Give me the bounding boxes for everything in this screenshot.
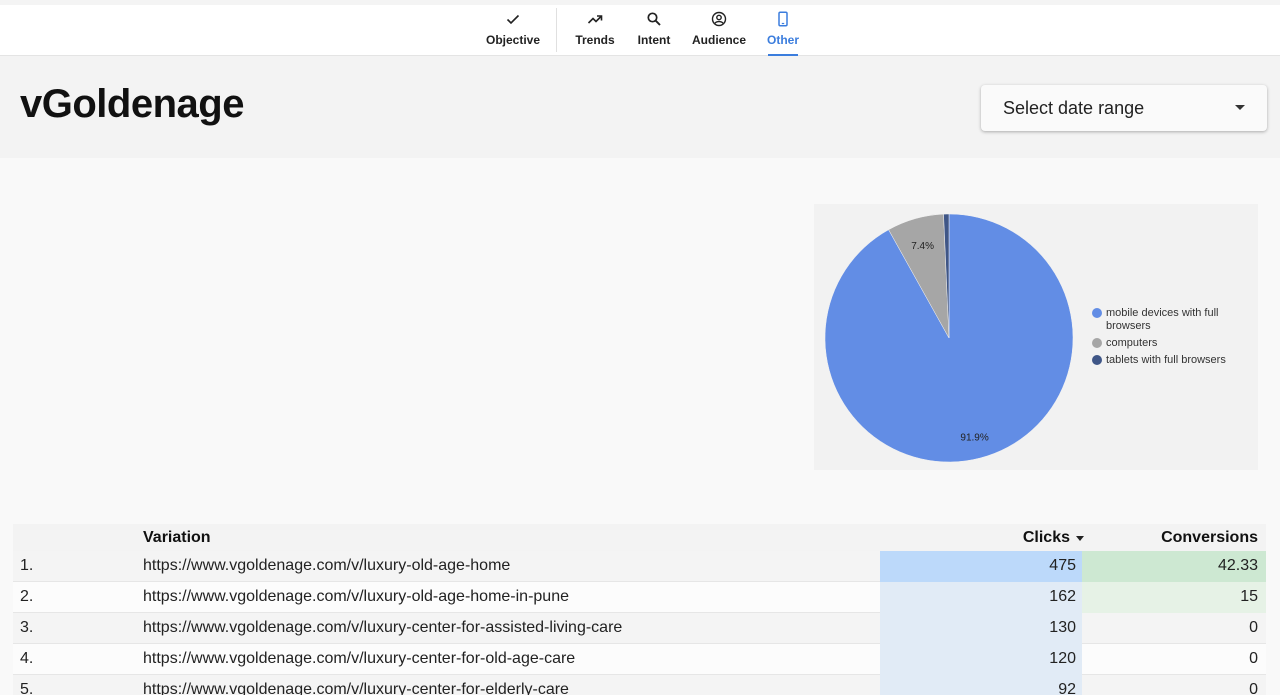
conversions-cell: 0 (1249, 650, 1258, 667)
person-circle-icon (711, 11, 727, 27)
row-index: 1. (20, 557, 34, 574)
clicks-cell: 130 (880, 613, 1082, 644)
page-title: vGoldenage (20, 82, 244, 126)
top-nav: Objective Trends Intent Audience Other (0, 0, 1280, 56)
legend-label: mobile devices with full browsers (1106, 307, 1219, 332)
tab-objective[interactable]: Objective (485, 11, 541, 56)
smartphone-icon (778, 11, 788, 27)
tab-audience-label: Audience (692, 33, 747, 47)
conversions-cell: 15 (1082, 582, 1266, 613)
tab-objective-label: Objective (485, 33, 541, 47)
variation-url: https://www.vgoldenage.com/v/luxury-old-… (143, 588, 569, 605)
clicks-cell: 120 (880, 644, 1082, 675)
sort-desc-icon (1076, 535, 1084, 541)
clicks-cell: 162 (880, 582, 1082, 613)
chevron-down-icon (1235, 105, 1245, 110)
table-row[interactable]: 5. https://www.vgoldenage.com/v/luxury-ce… (13, 675, 1266, 695)
slice-label: 91.9% (960, 432, 988, 443)
variation-url: https://www.vgoldenage.com/v/luxury-cent… (143, 681, 569, 695)
tab-trends-label: Trends (575, 33, 615, 47)
clicks-cell: 475 (880, 551, 1082, 582)
variation-table: Variation Clicks Conversions 1. https://w… (13, 524, 1266, 695)
column-header-conversions[interactable]: Conversions (1161, 529, 1258, 547)
legend-swatch (1092, 355, 1102, 365)
date-range-select[interactable]: Select date range (981, 85, 1267, 131)
variation-url: https://www.vgoldenage.com/v/luxury-cent… (143, 619, 623, 636)
row-index: 4. (20, 650, 34, 667)
variation-url: https://www.vgoldenage.com/v/luxury-cent… (143, 650, 576, 667)
top-edge (0, 0, 1280, 5)
row-index: 2. (20, 588, 34, 605)
date-range-label: Select date range (1003, 97, 1145, 118)
table-header: Variation Clicks Conversions (13, 524, 1266, 551)
pie-chart-svg: 91.9% 7.4% (824, 213, 1074, 463)
tab-trends[interactable]: Trends (575, 11, 615, 56)
tab-audience[interactable]: Audience (692, 11, 747, 56)
tab-other-label: Other (767, 33, 800, 47)
table-row[interactable]: 2. https://www.vgoldenage.com/v/luxury-ol… (13, 582, 1266, 613)
nav-divider (556, 8, 557, 52)
column-header-clicks[interactable]: Clicks (1023, 529, 1084, 547)
clicks-cell: 92 (880, 675, 1082, 695)
legend-item[interactable]: tablets with full browsers (1092, 354, 1252, 367)
tab-other[interactable]: Other (767, 11, 800, 56)
row-index: 5. (20, 681, 34, 695)
conversions-cell: 0 (1249, 619, 1258, 636)
search-icon (647, 12, 661, 26)
legend-label: computers (1106, 337, 1158, 349)
slice-label: 7.4% (911, 241, 934, 252)
legend-item[interactable]: mobile devices with full browsers (1092, 307, 1252, 333)
page-header: vGoldenage Select date range (0, 56, 1280, 158)
check-icon (506, 14, 520, 25)
table-body: 1. https://www.vgoldenage.com/v/luxury-ol… (13, 551, 1266, 695)
trending-up-icon (587, 15, 603, 24)
conversions-cell: 42.33 (1082, 551, 1266, 582)
chart-legend: mobile devices with full browsers compute… (1092, 307, 1252, 371)
device-pie-chart: 91.9% 7.4% mobile devices with full brows… (814, 204, 1258, 470)
legend-swatch (1092, 308, 1102, 318)
legend-item[interactable]: computers (1092, 337, 1252, 350)
legend-swatch (1092, 338, 1102, 348)
column-header-clicks-label: Clicks (1022, 529, 1070, 546)
tab-intent-label: Intent (637, 33, 671, 47)
row-index: 3. (20, 619, 34, 636)
legend-label: tablets with full browsers (1106, 354, 1226, 366)
conversions-cell: 0 (1249, 681, 1258, 695)
table-row[interactable]: 3. https://www.vgoldenage.com/v/luxury-ce… (13, 613, 1266, 644)
table-row[interactable]: 4. https://www.vgoldenage.com/v/luxury-ce… (13, 644, 1266, 675)
tab-intent[interactable]: Intent (637, 11, 671, 56)
column-header-variation[interactable]: Variation (143, 529, 211, 547)
variation-url: https://www.vgoldenage.com/v/luxury-old-… (143, 557, 511, 574)
table-row[interactable]: 1. https://www.vgoldenage.com/v/luxury-ol… (13, 551, 1266, 582)
